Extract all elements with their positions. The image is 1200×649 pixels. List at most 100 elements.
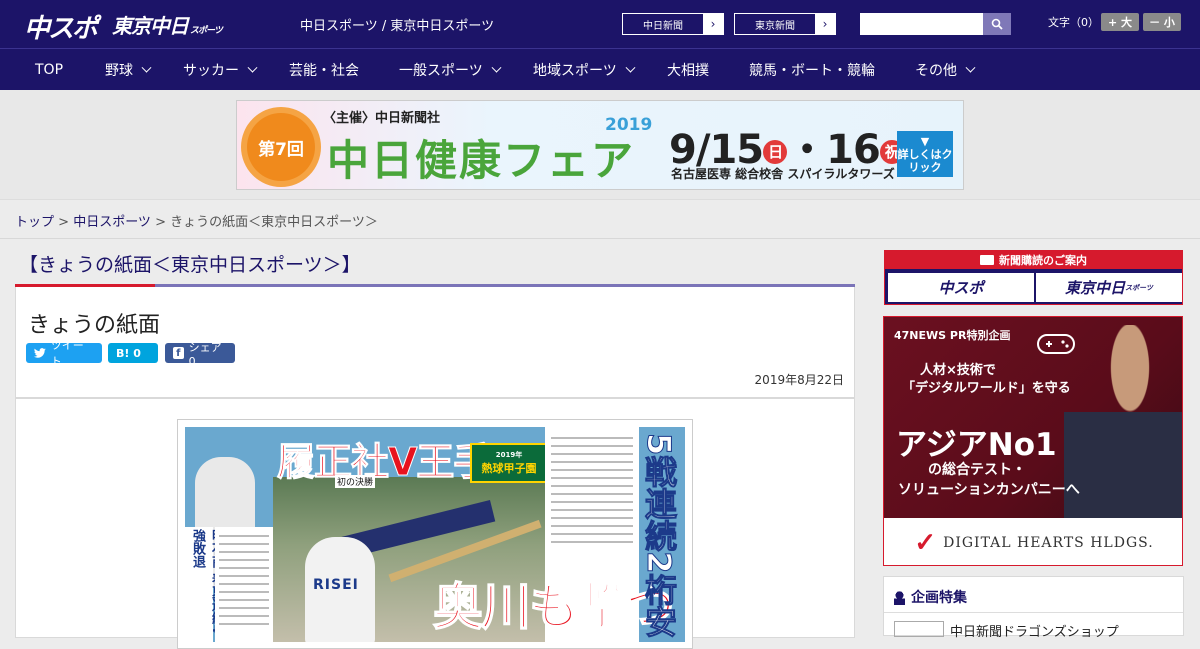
tokyo-chunichi-logo[interactable]: 東京中日 スポーツ [112,10,223,39]
tokyo-shimbun-link[interactable]: 東京新聞 › [734,13,836,35]
nav-label: 大相撲 [667,63,709,79]
banner-title: 中日健康フェア [327,136,636,185]
newspaper-frame[interactable]: 履正社V王手 初の決勝 2019年熱球甲子園 明石商 春夏連続4強敗退 奥川も撃… [177,419,693,649]
text-line [551,533,633,535]
feature-divider [884,612,1183,613]
banner-venue: 名古屋医専 総合校舎 スパイラルタワーズ [671,167,895,181]
breadcrumb-section[interactable]: 中日スポーツ [73,215,151,230]
subscribe-tokyo-chunichi-button[interactable]: 東京中日 スポーツ [1036,273,1182,302]
ad-label: 47NEWS PR特別企画 [894,329,1011,342]
sidebar-advertisement[interactable]: 47NEWS PR特別企画 人材×技術で 「デジタルワールド」を守る アジアNo… [883,316,1183,566]
ad-subline-1: の総合テスト・ [928,462,1026,478]
tokyo-shimbun-label: 東京新聞 [735,14,815,34]
front-page-vertical-headline: 5戦連続2桁安 [640,433,679,639]
banner-dow-a: 日 [763,140,788,164]
text-line [219,551,269,553]
twitter-icon [34,348,46,358]
main-nav: TOP 野球 サッカー 芸能・社会 一般スポーツ 地域スポーツ 大相撲 競馬・ボ… [0,48,1200,90]
triangle-down-icon: ▼ [920,134,930,148]
breadcrumb-sep: > [150,215,171,230]
text-line [219,575,269,577]
font-size-increase-button[interactable]: + 大 [1101,13,1139,31]
banner-details-button[interactable]: ▼ 詳しくはクリック [897,131,953,177]
nav-label: 地域スポーツ [533,63,617,79]
nav-label: 野球 [105,63,133,79]
subscription-heading-label: 新聞購読のご案内 [999,254,1087,267]
chunichi-shimbun-link[interactable]: 中日新聞 › [622,13,724,35]
nav-soccer[interactable]: サッカー [183,49,258,91]
subscribe-chuspo-button[interactable]: 中スポ [888,273,1034,302]
text-line [551,461,633,463]
nav-top[interactable]: TOP [35,49,63,91]
ad-headline: アジアNo1 [896,427,1057,463]
section-heading: 【きょうの紙面＜東京中日スポーツ＞】 [19,254,361,276]
text-line [551,469,633,471]
subscribe-tokyo-small: スポーツ [1125,283,1153,292]
text-line [551,525,633,527]
banner-year: 2019 [605,115,653,135]
chevron-down-icon [965,62,976,73]
breadcrumb-sep: > [54,215,74,230]
chevron-right-icon: › [822,17,828,31]
feature-thumbnail[interactable] [894,621,944,637]
text-line [219,535,269,537]
search-button[interactable] [983,13,1011,35]
text-line [219,599,269,601]
medal-icon [894,589,905,605]
text-line [551,509,633,511]
tweet-label: ツイート [50,339,84,368]
gamepad-icon [1037,334,1075,354]
article-header: きょうの紙面 ツイート B! 0 f シェア 0 2019年8月22日 [15,287,855,398]
header-bar: 中スポ 東京中日 スポーツ 中日スポーツ / 東京中日スポーツ 中日新聞 › 東京… [0,0,1200,48]
nav-label: サッカー [183,63,239,79]
chuspo-logo[interactable]: 中スポ [24,8,98,45]
breadcrumb-current: きょうの紙面＜東京中日スポーツ＞ [170,215,378,230]
nav-label: 競馬・ボート・競輪 [749,63,875,79]
article-date: 2019年8月22日 [754,373,844,387]
koshien-badge-label: 熱球甲子園 [481,462,537,475]
tokyo-logo-text: 東京中日 [112,14,189,38]
feature-heading: 企画特集 [894,587,967,607]
feature-box: 企画特集 中日新聞ドラゴンズショップ [883,576,1184,640]
koshien-badge-year: 2019年 [495,451,523,459]
font-size-decrease-button[interactable]: － 小 [1143,13,1181,31]
feature-heading-label: 企画特集 [911,590,967,606]
nav-other[interactable]: その他 [915,49,976,91]
subscription-heading: 新聞購読のご案内 [885,251,1182,269]
nav-label: TOP [35,62,64,78]
banner-organizer: 〈主催〉中日新聞社 [323,111,441,126]
ad-company-name: DIGITAL HEARTS HLDGS. [943,534,1154,551]
nav-baseball[interactable]: 野球 [105,49,152,91]
newspaper-area: 履正社V王手 初の決勝 2019年熱球甲子園 明石商 春夏連続4強敗退 奥川も撃… [15,398,855,649]
nav-sumo[interactable]: 大相撲 [667,49,709,91]
nav-label: その他 [915,63,957,79]
ad-subline-2: ソリューションカンパニーへ [898,482,1080,498]
search-input[interactable] [860,13,984,35]
feature-item-link[interactable]: 中日新聞ドラゴンズショップ [950,621,1119,640]
text-line [551,445,633,447]
ad-copy-2: 「デジタルワールド」を守る [902,381,1071,396]
nav-racing[interactable]: 競馬・ボート・競輪 [749,49,875,91]
site-title[interactable]: 中日スポーツ / 東京中日スポーツ [300,15,494,34]
nav-regional-sports[interactable]: 地域スポーツ [533,49,636,91]
text-line [551,517,633,519]
nav-entertainment[interactable]: 芸能・社会 [289,49,359,91]
koshien-badge: 2019年熱球甲子園 [470,443,548,483]
banner-badge: 第7回 [247,113,315,181]
facebook-share-button[interactable]: f シェア 0 [165,341,235,368]
main-content: 【きょうの紙面＜東京中日スポーツ＞】 きょうの紙面 ツイート B! 0 f シェ… [15,239,855,649]
text-line [551,485,633,487]
text-line [219,615,269,617]
font-size-label: 文字（0） [1048,16,1099,29]
nav-general-sports[interactable]: 一般スポーツ [399,49,502,91]
subscribe-tokyo-label: 東京中日 [1065,279,1126,297]
ad-copy-1: 人材×技術で [920,363,996,378]
breadcrumb-home[interactable]: トップ [15,215,54,230]
hatena-bookmark-button[interactable]: B! 0 [108,343,158,363]
health-fair-banner[interactable]: 第7回 〈主催〉中日新聞社 中日健康フェア 2019 9/15 日・16 祝 名古屋… [236,100,964,190]
tweet-button[interactable]: ツイート [26,339,102,368]
text-line [551,493,633,495]
breadcrumb: トップ > 中日スポーツ > きょうの紙面＜東京中日スポーツ＞ [15,211,378,230]
text-line [219,607,269,609]
ad-company: ✓ DIGITAL HEARTS HLDGS. [884,518,1182,565]
